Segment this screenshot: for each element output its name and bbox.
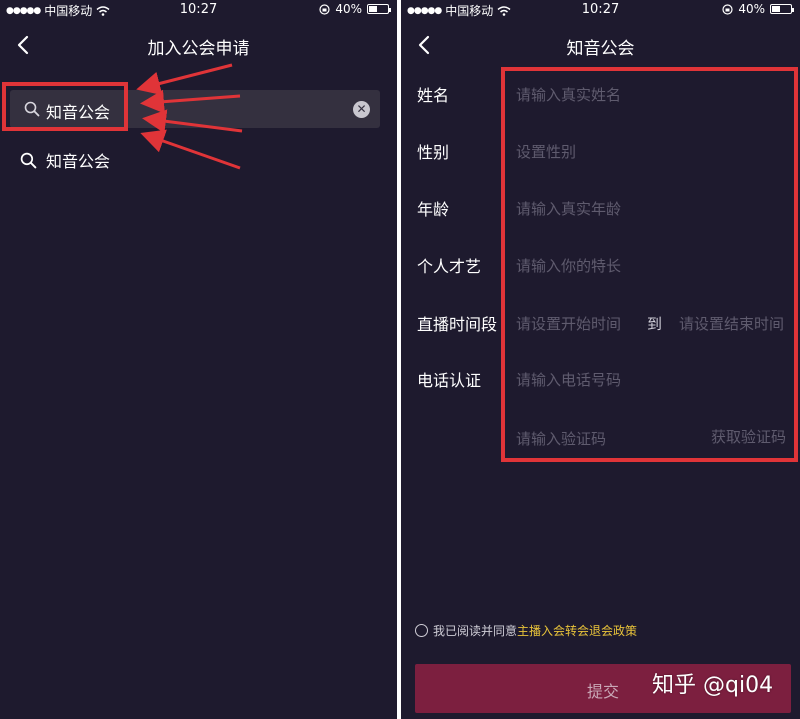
agree-checkbox[interactable] bbox=[415, 624, 428, 637]
battery-info: 40% bbox=[319, 2, 391, 16]
search-suggestion-item[interactable]: 知音公会 bbox=[20, 148, 110, 172]
search-icon bbox=[20, 152, 37, 168]
battery-percent: 40% bbox=[335, 2, 362, 16]
suggestion-label: 知音公会 bbox=[46, 152, 111, 171]
battery-percent: 40% bbox=[738, 2, 765, 16]
status-bar: ●●●●● 中国移动 10:27 40% bbox=[0, 0, 397, 20]
gender-label: 性别 bbox=[417, 143, 450, 162]
phone-label: 电话认证 bbox=[417, 371, 482, 390]
agreement-row: 我已阅读并同意 主播入会转会退会政策 bbox=[415, 622, 637, 639]
page-title: 加入公会申请 bbox=[147, 39, 250, 59]
policy-link[interactable]: 主播入会转会退会政策 bbox=[517, 622, 637, 639]
highlight-box-search bbox=[2, 82, 128, 131]
battery-icon bbox=[367, 4, 391, 14]
status-bar: ●●●●● 中国移动 10:27 40% bbox=[401, 0, 800, 20]
battery-icon bbox=[770, 4, 794, 14]
rotation-lock-icon bbox=[319, 3, 330, 15]
highlight-box-form bbox=[501, 67, 798, 462]
nav-bar: 加入公会申请 bbox=[0, 22, 397, 68]
talent-label: 个人才艺 bbox=[417, 257, 482, 276]
age-label: 年龄 bbox=[417, 200, 450, 219]
battery-info: 40% bbox=[722, 2, 794, 16]
watermark: 知乎 @qi04 bbox=[652, 673, 774, 698]
name-label: 姓名 bbox=[417, 86, 450, 105]
clear-icon[interactable]: ✕ bbox=[353, 101, 370, 118]
rotation-lock-icon bbox=[722, 3, 733, 15]
agree-text: 我已阅读并同意 bbox=[433, 624, 518, 638]
time-range-label: 直播时间段 bbox=[417, 315, 498, 334]
page-title: 知音公会 bbox=[566, 39, 635, 59]
nav-bar: 知音公会 bbox=[401, 22, 800, 68]
